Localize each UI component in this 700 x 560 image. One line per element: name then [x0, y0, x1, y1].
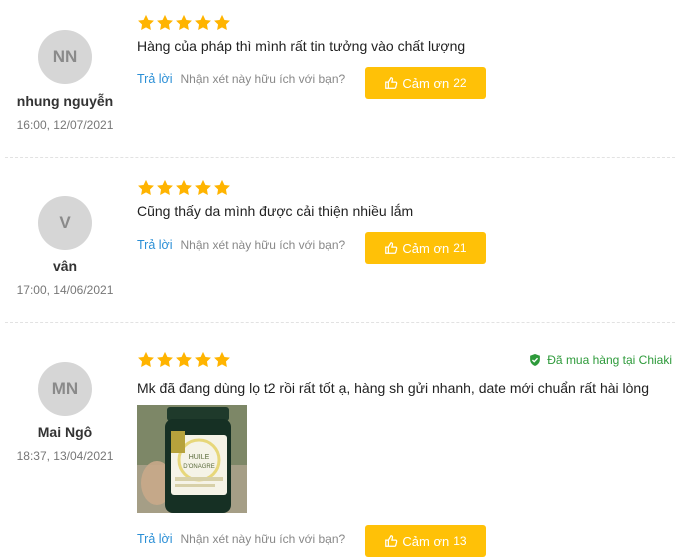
review-divider: [5, 322, 675, 323]
product-jar-image: HUILE D'ONAGRE: [137, 405, 247, 513]
thanks-label: Cảm ơn: [402, 533, 450, 549]
review-comment: Cũng thấy da mình được cải thiện nhiều l…: [137, 203, 414, 219]
star-icon: [194, 351, 212, 369]
review-actions: Trả lời Nhận xét này hữu ích với bạn?: [137, 238, 345, 252]
shield-check-icon: [530, 354, 541, 366]
review-date: 16:00, 12/07/2021: [16, 118, 114, 132]
star-icon: [213, 179, 231, 197]
star-icon: [137, 14, 155, 32]
thanks-count: 22: [453, 76, 467, 90]
thanks-button[interactable]: Cảm ơn 13: [365, 525, 486, 557]
reply-link[interactable]: Trả lời: [137, 532, 173, 546]
star-icon: [175, 179, 193, 197]
star-icon: [213, 351, 231, 369]
star-icon: [175, 351, 193, 369]
review-actions: Trả lời Nhận xét này hữu ích với bạn?: [137, 532, 345, 546]
avatar: NN: [38, 30, 92, 84]
jar-label-line-2: D'ONAGRE: [183, 464, 214, 470]
review-comment: Hàng của pháp thì mình rất tin tưởng vào…: [137, 38, 466, 54]
avatar: V: [38, 196, 92, 250]
verified-purchase-badge: Đã mua hàng tại Chiaki: [529, 353, 672, 367]
review-divider: [5, 157, 675, 158]
jar-label-line-1: HUILE: [189, 454, 210, 461]
reviewer-name: vân: [52, 258, 78, 274]
rating-stars: [137, 179, 232, 197]
star-icon: [137, 351, 155, 369]
helpful-question: Nhận xét này hữu ích với bạn?: [180, 238, 346, 252]
reviewer-name: nhung nguyễn: [16, 93, 114, 109]
star-icon: [213, 14, 231, 32]
avatar: MN: [38, 362, 92, 416]
star-icon: [156, 179, 174, 197]
review-photo[interactable]: HUILE D'ONAGRE: [137, 405, 247, 513]
star-icon: [156, 14, 174, 32]
star-icon: [194, 14, 212, 32]
verified-purchase-text: Đã mua hàng tại Chiaki: [547, 353, 672, 367]
star-icon: [156, 351, 174, 369]
rating-stars: [137, 14, 232, 32]
star-icon: [194, 179, 212, 197]
helpful-question: Nhận xét này hữu ích với bạn?: [180, 72, 346, 86]
review-actions: Trả lời Nhận xét này hữu ích với bạn?: [137, 72, 345, 86]
review-comment: Mk đã đang dùng lọ t2 rồi rất tốt ạ, hàn…: [137, 380, 649, 396]
review-date: 18:37, 13/04/2021: [16, 449, 114, 463]
rating-stars: [137, 351, 232, 369]
thumbs-up-icon: [385, 77, 398, 89]
reply-link[interactable]: Trả lời: [137, 72, 173, 86]
review-date: 17:00, 14/06/2021: [16, 283, 114, 297]
reviewer-name: Mai Ngô: [37, 424, 93, 440]
thanks-button[interactable]: Cảm ơn 22: [365, 67, 486, 99]
star-icon: [137, 179, 155, 197]
thanks-label: Cảm ơn: [402, 240, 450, 256]
helpful-question: Nhận xét này hữu ích với bạn?: [180, 532, 346, 546]
thumbs-up-icon: [385, 242, 398, 254]
thanks-button[interactable]: Cảm ơn 21: [365, 232, 486, 264]
reply-link[interactable]: Trả lời: [137, 238, 173, 252]
thumbs-up-icon: [385, 535, 398, 547]
thanks-count: 21: [453, 241, 467, 255]
thanks-label: Cảm ơn: [402, 75, 450, 91]
thanks-count: 13: [453, 534, 467, 548]
star-icon: [175, 14, 193, 32]
